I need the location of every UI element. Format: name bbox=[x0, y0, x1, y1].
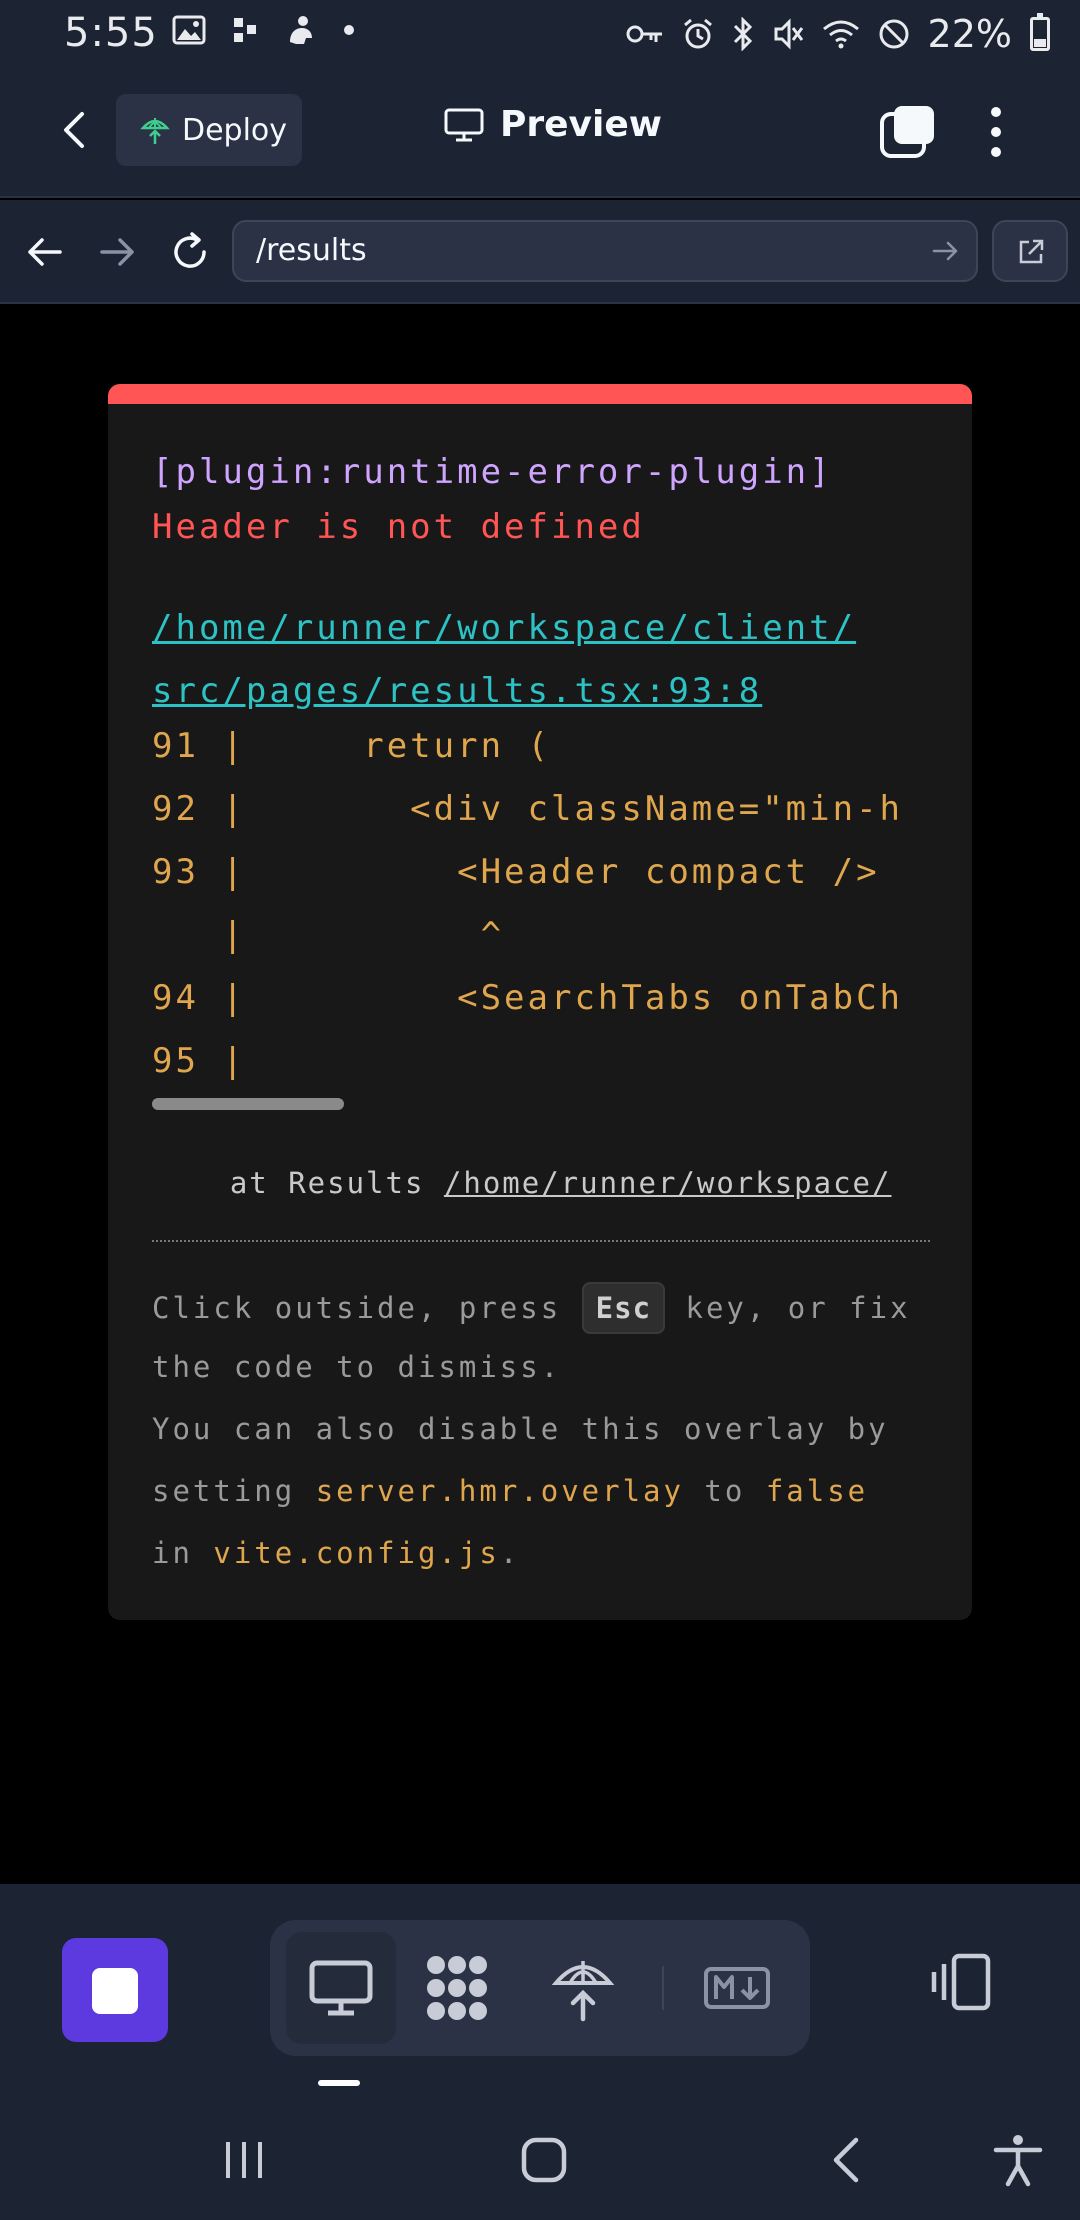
tip-text: to bbox=[683, 1474, 766, 1508]
back-chevron-icon[interactable] bbox=[52, 106, 100, 154]
page-title: Preview bbox=[444, 104, 662, 145]
code-line: | ^ bbox=[152, 915, 505, 955]
error-file-link[interactable]: /home/runner/workspace/client/ bbox=[152, 608, 856, 648]
side-panel-icon[interactable] bbox=[930, 1950, 994, 2014]
more-options-icon[interactable] bbox=[984, 102, 1008, 162]
system-icons: 22% bbox=[626, 12, 1050, 56]
external-link-icon bbox=[1019, 239, 1044, 264]
error-plugin: [plugin:runtime-error-plugin] bbox=[152, 452, 833, 492]
url-input[interactable]: /results bbox=[232, 220, 978, 282]
markdown-icon[interactable] bbox=[702, 1953, 772, 2023]
workflows-icon[interactable] bbox=[422, 1953, 492, 2023]
tip-line: in vite.config.js. bbox=[152, 1536, 520, 1570]
tip-line: setting server.hmr.overlay to false bbox=[152, 1474, 868, 1508]
config-value: false bbox=[765, 1474, 869, 1508]
deploy-icon[interactable] bbox=[548, 1953, 618, 2023]
clock: 5:55 bbox=[64, 10, 158, 56]
error-message: Header is not defined bbox=[152, 507, 645, 547]
tip-text: . bbox=[499, 1536, 521, 1570]
reload-icon[interactable] bbox=[166, 228, 214, 276]
code-line: 91 | return ( bbox=[152, 726, 551, 766]
recents-icon[interactable] bbox=[216, 2132, 272, 2188]
code-line: 95 | bbox=[152, 1041, 246, 1081]
bottom-toolbar bbox=[0, 1884, 1080, 2094]
code-line: 92 | <div className="min-h bbox=[152, 789, 904, 829]
dismiss-tip: Click outside, press Esc key, or fix bbox=[152, 1282, 911, 1334]
tool-switcher bbox=[270, 1920, 810, 2056]
battery-icon bbox=[1030, 13, 1050, 51]
stack-trace: at Results /home/runner/workspace/ bbox=[152, 1166, 891, 1200]
tip-line: the code to dismiss. bbox=[152, 1350, 562, 1384]
browser-forward-icon[interactable] bbox=[94, 228, 142, 276]
notification-icons bbox=[172, 14, 356, 46]
divider bbox=[152, 1240, 930, 1242]
bluetooth-icon bbox=[733, 17, 752, 51]
tip-text: in bbox=[152, 1536, 214, 1570]
tabs-icon[interactable] bbox=[878, 102, 938, 162]
url-text: /results bbox=[256, 233, 367, 268]
tip-text: Click outside, press bbox=[152, 1291, 582, 1325]
dot-icon bbox=[344, 25, 354, 35]
error-overlay[interactable]: [plugin:runtime-error-plugin] Header is … bbox=[108, 384, 972, 1620]
active-tool-indicator bbox=[318, 2080, 360, 2086]
deploy-icon bbox=[140, 118, 170, 144]
code-line: 93 | <Header compact /> bbox=[152, 852, 880, 892]
mute-icon bbox=[774, 18, 803, 50]
app-header: Deploy Preview bbox=[0, 64, 1080, 198]
stack-file-link[interactable]: /home/runner/workspace/ bbox=[444, 1166, 892, 1200]
dnd-icon bbox=[879, 19, 909, 49]
tip-text: key, or fix bbox=[665, 1291, 911, 1325]
status-bar: 5:55 22% bbox=[0, 0, 1080, 64]
dots-icon bbox=[234, 18, 256, 42]
tool-separator bbox=[662, 1966, 664, 2010]
deploy-label: Deploy bbox=[182, 112, 288, 148]
code-line: 94 | <SearchTabs onTabCh bbox=[152, 978, 904, 1018]
system-back-icon[interactable] bbox=[820, 2132, 876, 2188]
stop-button[interactable] bbox=[62, 1938, 168, 2042]
code-scrollbar[interactable] bbox=[152, 1098, 344, 1110]
config-key: server.hmr.overlay bbox=[315, 1474, 684, 1508]
esc-key: Esc bbox=[581, 1282, 666, 1334]
battery-percent: 22% bbox=[927, 12, 1012, 56]
stop-icon bbox=[92, 1968, 138, 2014]
open-new-tab-button[interactable] bbox=[992, 220, 1068, 282]
code-frame[interactable]: 91 | return ( 92 | <div className="min-h… bbox=[152, 726, 928, 1106]
page-title-label: Preview bbox=[500, 104, 663, 145]
monitor-icon bbox=[444, 108, 484, 141]
browser-back-icon[interactable] bbox=[20, 228, 68, 276]
alarm-icon bbox=[683, 18, 712, 49]
error-file-link-2[interactable]: src/pages/results.tsx:93:8 bbox=[152, 671, 762, 711]
config-file: vite.config.js bbox=[213, 1536, 500, 1570]
gallery-icon bbox=[172, 15, 206, 45]
deploy-button[interactable]: Deploy bbox=[116, 94, 302, 166]
url-bar: /results bbox=[0, 200, 1080, 304]
preview-icon[interactable] bbox=[306, 1953, 376, 2023]
wifi-icon bbox=[822, 20, 859, 49]
tip-line: You can also disable this overlay by bbox=[152, 1412, 889, 1446]
error-accent-bar bbox=[108, 384, 972, 404]
tip-text: setting bbox=[152, 1474, 316, 1508]
go-arrow-icon[interactable] bbox=[930, 236, 960, 266]
accessibility-icon[interactable] bbox=[990, 2132, 1046, 2188]
system-nav-bar bbox=[0, 2094, 1080, 2220]
app-icon bbox=[290, 16, 312, 44]
stack-prefix: at Results bbox=[152, 1166, 444, 1200]
home-icon[interactable] bbox=[516, 2132, 572, 2188]
key-icon bbox=[626, 25, 662, 43]
